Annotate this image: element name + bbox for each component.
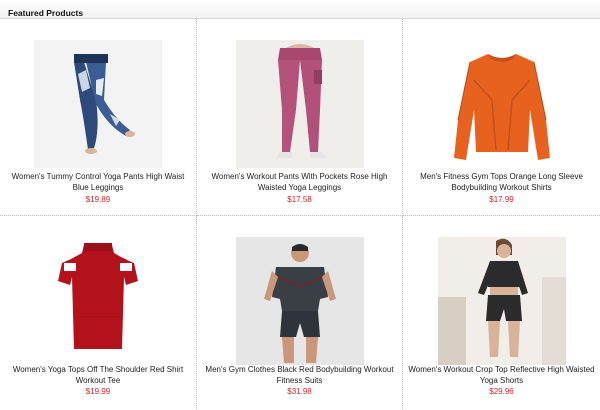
- product-name[interactable]: Women's Tummy Control Yoga Pants High Wa…: [4, 171, 192, 193]
- product-name[interactable]: Women's Workout Pants With Pockets Rose …: [201, 171, 398, 193]
- product-card[interactable]: Men's Fitness Gym Tops Orange Long Sleev…: [403, 19, 600, 216]
- product-price: $17.99: [489, 195, 514, 204]
- product-card[interactable]: Women's Tummy Control Yoga Pants High Wa…: [0, 19, 197, 216]
- product-image-orange-shirt[interactable]: [437, 40, 566, 168]
- product-grid: Women's Tummy Control Yoga Pants High Wa…: [0, 19, 600, 410]
- product-card[interactable]: Women's Workout Pants With Pockets Rose …: [197, 19, 403, 216]
- product-image-rose-leggings[interactable]: [235, 40, 364, 168]
- product-card[interactable]: Men's Gym Clothes Black Red Bodybuilding…: [197, 216, 403, 410]
- product-image-crop-top-set[interactable]: [437, 237, 566, 365]
- product-image-blue-leggings[interactable]: [34, 40, 162, 168]
- product-price: $31.98: [287, 387, 312, 396]
- section-title: Featured Products: [8, 8, 84, 18]
- product-name[interactable]: Men's Gym Clothes Black Red Bodybuilding…: [201, 364, 398, 386]
- product-name[interactable]: Women's Yoga Tops Off The Shoulder Red S…: [4, 364, 192, 386]
- product-price: $19.89: [85, 195, 111, 204]
- product-name[interactable]: Women's Workout Crop Top Reflective High…: [407, 364, 596, 386]
- section-header: Featured Products: [0, 0, 600, 19]
- product-name[interactable]: Men's Fitness Gym Tops Orange Long Sleev…: [407, 171, 596, 193]
- product-price: $17.58: [287, 195, 312, 204]
- product-card[interactable]: Women's Workout Crop Top Reflective High…: [403, 216, 600, 410]
- product-image-gym-suit[interactable]: [235, 237, 364, 365]
- product-price: $19.99: [85, 387, 111, 396]
- product-card[interactable]: Women's Yoga Tops Off The Shoulder Red S…: [0, 216, 197, 410]
- product-price: $29.96: [489, 387, 514, 396]
- product-image-red-tee[interactable]: [34, 237, 162, 365]
